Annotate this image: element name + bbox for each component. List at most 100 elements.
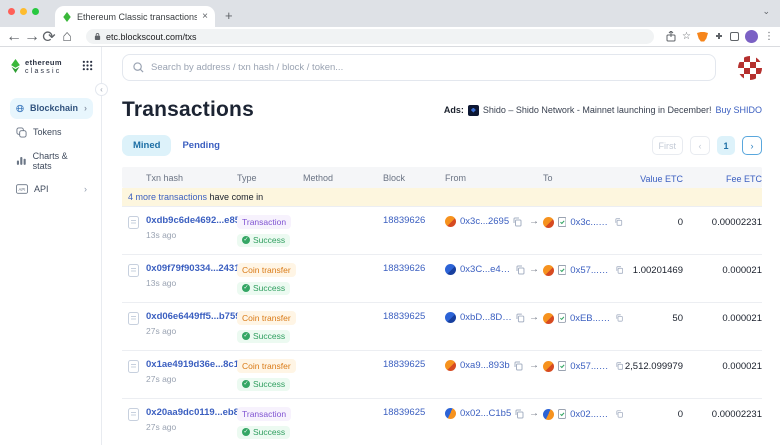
bookmark-star-icon[interactable]: ☆ — [682, 31, 691, 42]
to-address-link[interactable]: 0x57...6b21 — [570, 361, 611, 372]
search-bar[interactable] — [122, 54, 716, 81]
from-address-link[interactable]: 0x02...C1b5 — [460, 408, 511, 419]
logo[interactable]: ethereum classic — [10, 59, 93, 76]
table-row: 0x20aa9dc0119...eb87 27s ago Transaction… — [122, 399, 762, 445]
pagination-prev-button[interactable]: ‹ — [690, 136, 710, 155]
copy-icon[interactable] — [515, 409, 524, 419]
maximize-window-button[interactable] — [32, 8, 39, 15]
share-icon[interactable] — [666, 31, 676, 42]
sidebar-collapse-button[interactable]: ‹ — [95, 83, 108, 96]
tab-pending[interactable]: Pending — [171, 135, 230, 156]
from-address-link[interactable]: 0xa9...893b — [460, 360, 510, 371]
browser-menu-icon[interactable]: ⋮ — [764, 31, 774, 42]
padlock-icon — [94, 32, 101, 41]
transaction-doc-icon — [128, 360, 139, 373]
txn-hash-link[interactable]: 0x1ae4919d36e...8c19 — [146, 359, 237, 370]
to-avatar — [543, 217, 554, 228]
extensions-puzzle-icon[interactable] — [714, 32, 724, 42]
type-badge: Coin transfer — [237, 359, 296, 373]
copy-icon[interactable] — [516, 313, 525, 323]
ad-link[interactable]: Buy SHIDO — [715, 105, 762, 115]
api-icon: API — [16, 184, 28, 194]
from-address-link[interactable]: 0x3c...2695 — [460, 216, 509, 227]
minimize-window-button[interactable] — [20, 8, 27, 15]
new-transactions-link[interactable]: 4 more transactions — [128, 192, 207, 202]
reload-icon[interactable]: ⟳ — [42, 27, 56, 47]
to-address-link[interactable]: 0xEB...6e7E — [570, 313, 612, 324]
toolbar-right-icons: ☆ ⋮ — [666, 30, 774, 43]
ads-label: Ads: — [444, 105, 464, 115]
svg-text:API: API — [19, 187, 26, 192]
forward-icon[interactable]: → — [24, 28, 38, 46]
copy-icon[interactable] — [513, 217, 522, 227]
etc-favicon — [62, 12, 72, 22]
back-icon[interactable]: ← — [6, 28, 20, 46]
profile-avatar[interactable] — [745, 30, 758, 43]
sidebar-item-blockchain[interactable]: Blockchain › — [10, 98, 93, 119]
txn-age: 13s ago — [146, 230, 237, 240]
tab-list-chevron-icon[interactable]: ⌄ — [762, 6, 770, 17]
from-avatar — [445, 360, 456, 371]
sidebar-item-label: Tokens — [33, 127, 62, 137]
window-controls[interactable] — [8, 8, 39, 15]
copy-icon[interactable] — [616, 409, 623, 419]
from-address-link[interactable]: 0x3C...e4A9 — [460, 264, 512, 275]
from-address-link[interactable]: 0xbD...8DbE — [460, 312, 512, 323]
sidebar-item-api[interactable]: API API › — [10, 179, 93, 199]
status-badge: ✓Success — [237, 234, 290, 248]
browser-tab[interactable]: Ethereum Classic transactions × — [55, 6, 215, 27]
txn-hash-link[interactable]: 0xd06e6449ff5...b759 — [146, 311, 237, 322]
verified-contract-icon — [558, 216, 566, 228]
col-fee-etc[interactable]: Fee ETC — [683, 172, 762, 184]
side-panel-icon[interactable] — [730, 32, 739, 41]
blockscout-app: ethereum classic Blockchain › Tokens Cha… — [0, 47, 780, 445]
logo-text-line2: classic — [25, 68, 62, 76]
pagination-first-button[interactable]: First — [652, 136, 684, 155]
copy-icon[interactable] — [514, 361, 523, 371]
status-badge: ✓Success — [237, 426, 290, 440]
user-identicon[interactable] — [738, 56, 762, 80]
copy-icon[interactable] — [615, 217, 623, 227]
from-avatar — [445, 264, 456, 275]
arrow-right-icon: → — [525, 215, 543, 227]
to-address-link[interactable]: 0x02...C1b5 — [570, 409, 612, 420]
apps-grid-icon[interactable] — [82, 60, 93, 71]
transaction-doc-icon — [128, 264, 139, 277]
block-link[interactable]: 18839625 — [383, 407, 425, 418]
block-link[interactable]: 18839625 — [383, 359, 425, 370]
url-text: etc.blockscout.com/txs — [106, 32, 197, 42]
copy-icon[interactable] — [616, 361, 623, 371]
to-address-link[interactable]: 0x57...6b21 — [570, 265, 611, 276]
tab-mined[interactable]: Mined — [122, 135, 171, 156]
block-link[interactable]: 18839626 — [383, 215, 425, 226]
sidebar-item-charts-stats[interactable]: Charts & stats — [10, 146, 93, 176]
new-tab-button[interactable]: + — [225, 8, 233, 23]
copy-icon[interactable] — [516, 265, 525, 275]
col-value-etc[interactable]: Value ETC — [623, 172, 683, 184]
arrow-right-icon: → — [525, 263, 543, 275]
home-icon[interactable]: ⌂ — [60, 28, 74, 46]
close-tab-icon[interactable]: × — [202, 12, 208, 22]
main-content: Transactions Ads: Shido – Shido Network … — [102, 47, 780, 445]
check-icon: ✓ — [242, 428, 250, 436]
copy-icon[interactable] — [616, 313, 623, 323]
search-input[interactable] — [151, 62, 705, 73]
transaction-doc-icon — [128, 408, 139, 421]
txn-hash-link[interactable]: 0x20aa9dc0119...eb87 — [146, 407, 237, 418]
pagination-next-button[interactable]: › — [742, 136, 762, 155]
txn-hash-link[interactable]: 0x09f79f90334...2431 — [146, 263, 237, 274]
chevron-right-icon: › — [84, 103, 87, 113]
pagination-page-number: 1 — [717, 136, 735, 155]
sidebar-item-tokens[interactable]: Tokens — [10, 122, 93, 143]
close-window-button[interactable] — [8, 8, 15, 15]
block-link[interactable]: 18839625 — [383, 311, 425, 322]
col-type: Type — [237, 173, 303, 183]
transaction-doc-icon — [128, 312, 139, 325]
address-bar[interactable]: etc.blockscout.com/txs — [86, 29, 654, 44]
to-address-link[interactable]: 0x3c...2695 — [570, 217, 611, 228]
block-link[interactable]: 18839626 — [383, 263, 425, 274]
txn-hash-link[interactable]: 0xdb9c6de4692...e856 — [146, 215, 237, 226]
search-icon — [133, 62, 144, 73]
metamask-icon[interactable] — [697, 32, 708, 42]
copy-icon[interactable] — [616, 265, 623, 275]
